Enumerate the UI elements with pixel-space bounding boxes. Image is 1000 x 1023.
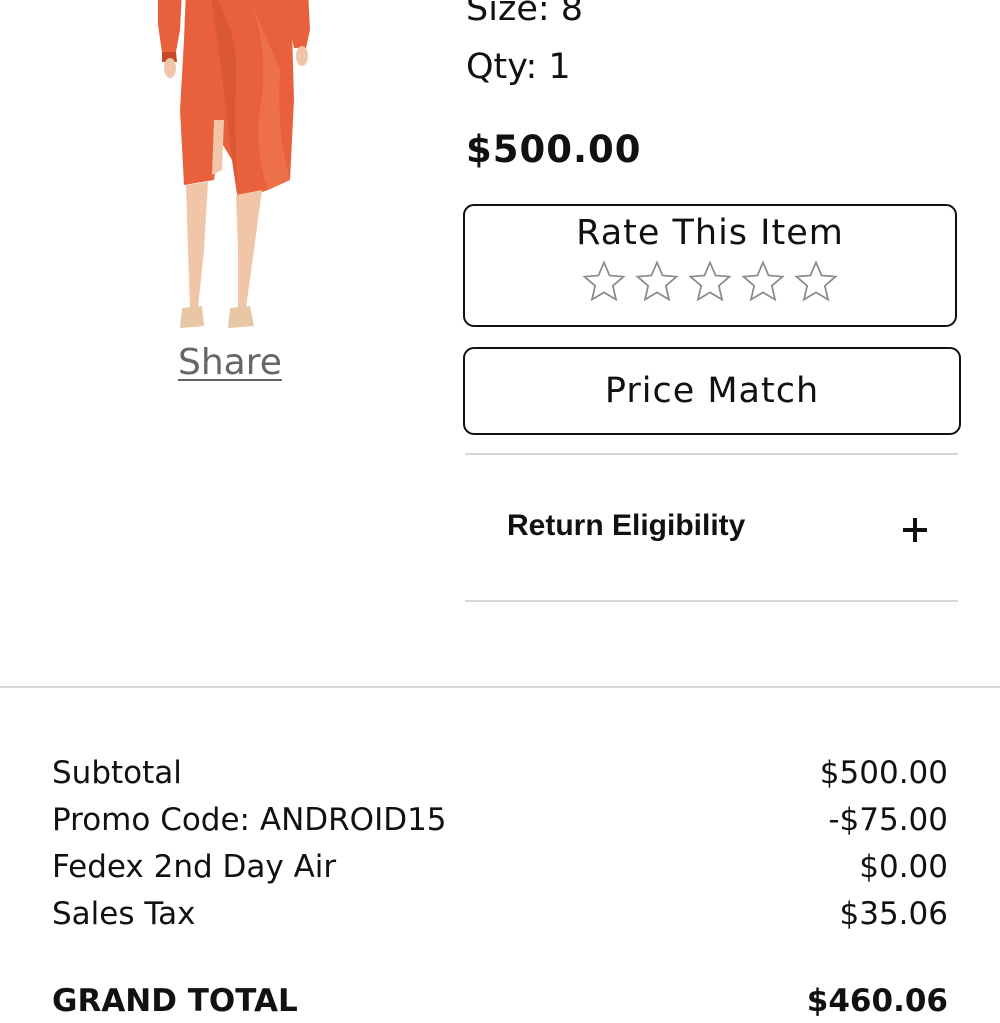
product-price: $500.00: [466, 128, 642, 171]
summary-label: Subtotal: [52, 755, 182, 791]
star-rating: [465, 259, 955, 305]
summary-value: $0.00: [859, 849, 948, 885]
sales-tax-row: Sales Tax $35.06: [52, 896, 948, 936]
shipping-row: Fedex 2nd Day Air $0.00: [52, 849, 948, 889]
product-size: Size: 8: [466, 0, 584, 29]
grand-total-label: GRAND TOTAL: [52, 983, 298, 1019]
summary-label: Sales Tax: [52, 896, 196, 932]
divider: [465, 600, 958, 602]
rate-item-title: Rate This Item: [576, 213, 844, 253]
return-eligibility-toggle[interactable]: Return Eligibility: [465, 455, 958, 601]
grand-total-row: GRAND TOTAL $460.06: [52, 983, 948, 1023]
star-icon[interactable]: [793, 259, 839, 305]
star-icon[interactable]: [687, 259, 733, 305]
dress-figure: [158, 0, 310, 328]
summary-value: $35.06: [839, 896, 948, 932]
subtotal-row: Subtotal $500.00: [52, 755, 948, 795]
star-icon[interactable]: [740, 259, 786, 305]
summary-value: -$75.00: [828, 802, 948, 838]
grand-total-value: $460.06: [806, 983, 948, 1019]
plus-icon: [903, 518, 927, 542]
summary-label: Fedex 2nd Day Air: [52, 849, 337, 885]
summary-label: Promo Code: ANDROID15: [52, 802, 447, 838]
section-divider: [0, 686, 1000, 688]
star-icon[interactable]: [581, 259, 627, 305]
product-quantity: Qty: 1: [466, 47, 571, 87]
share-link[interactable]: Share: [178, 342, 282, 383]
summary-value: $500.00: [819, 755, 948, 791]
product-image[interactable]: [150, 0, 320, 340]
price-match-button[interactable]: Price Match: [463, 347, 961, 435]
star-icon[interactable]: [634, 259, 680, 305]
return-eligibility-label: Return Eligibility: [507, 509, 746, 542]
rate-item-box: Rate This Item: [463, 204, 957, 327]
promo-code-row: Promo Code: ANDROID15 -$75.00: [52, 802, 948, 842]
